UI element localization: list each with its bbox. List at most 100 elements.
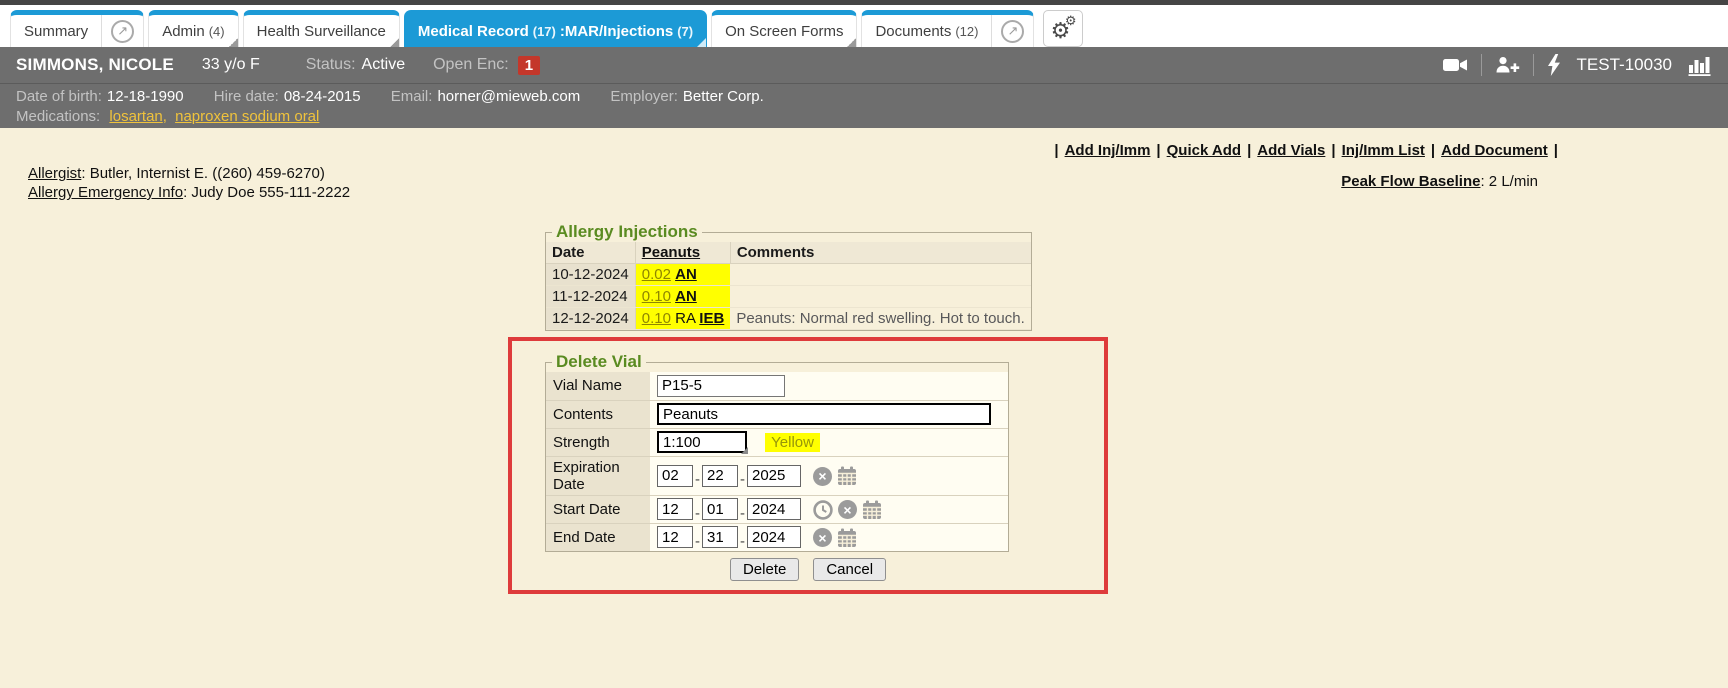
patient-demographics-bar: Date of birth:12-18-1990 Hire date:08-24… [0,84,1728,128]
contents-label: Contents [546,400,650,428]
email-label: Email: [391,88,433,105]
dose-link[interactable]: 0.02 [642,266,671,283]
end-year-field[interactable] [747,526,801,548]
tab-on-screen-forms-label: On Screen Forms [725,23,843,40]
patient-id: TEST-10030 [1577,55,1672,75]
calendar-icon[interactable] [837,466,857,486]
start-day-field[interactable] [702,498,738,520]
tab-documents-popout[interactable]: ↗ [991,15,1033,47]
allergy-injections-panel: Allergy Injections Date Peanuts Comments… [545,222,1032,331]
peak-flow-baseline-link[interactable]: Peak Flow Baseline [1341,173,1480,190]
x-glyph: × [813,528,832,547]
resize-handle-icon[interactable] [741,447,748,454]
peak-flow-baseline: Peak Flow Baseline: 2 L/min [1341,173,1538,190]
employer-value: Better Corp. [683,88,764,105]
reaction-code-link[interactable]: AN [675,288,697,305]
tab-documents[interactable]: Documents (12) ↗ [861,10,1034,47]
date-separator: - [695,505,700,522]
tab-medical-record[interactable]: Medical Record (17) :MAR/Injections (7) [404,10,707,47]
status-value: Active [362,56,406,74]
tab-documents-count: (12) [955,24,978,39]
tab-summary-popout[interactable]: ↗ [101,15,143,47]
vial-name-field[interactable] [657,375,785,397]
hire-date-label: Hire date: [214,88,279,105]
tab-admin[interactable]: Admin (4) [148,10,238,47]
table-row: 11-12-2024 0.10 AN [546,286,1031,308]
date-separator: - [740,471,745,488]
table-row: 10-12-2024 0.02 AN [546,264,1031,286]
tab-fold-icon [847,38,856,47]
expiration-month-field[interactable] [657,465,693,487]
tab-medical-record-subcount: (7) [677,24,693,39]
delete-vial-panel: Delete Vial Vial Name Contents Strength [545,352,1009,552]
external-link-icon: ↗ [111,20,134,43]
tab-admin-label: Admin [162,23,205,40]
flowsheet-chart-icon[interactable] [1688,54,1712,76]
date-separator: - [740,505,745,522]
settings-button[interactable]: ⚙ ⚙ [1043,10,1083,47]
x-glyph: × [813,467,832,486]
end-day-field[interactable] [702,526,738,548]
divider [1533,54,1534,76]
expiration-year-field[interactable] [747,465,801,487]
tab-health-surveillance[interactable]: Health Surveillance [243,10,400,47]
pipe-separator: | [1554,142,1558,159]
allergy-injections-title: Allergy Injections [552,222,702,242]
tab-medical-record-label: Medical Record [418,23,529,40]
clear-date-icon[interactable]: × [813,467,832,486]
reaction-code-link[interactable]: AN [675,266,697,283]
allergy-emergency-info-value: : Judy Doe 555-111-2222 [183,184,350,201]
gear-small-icon: ⚙ [1065,13,1077,29]
main-content: |Add Inj/Imm|Quick Add|Add Vials|Inj/Imm… [0,128,1728,688]
end-month-field[interactable] [657,526,693,548]
column-header-date: Date [546,242,635,264]
add-document-link[interactable]: Add Document [1441,142,1548,159]
hire-date-value: 08-24-2015 [284,88,361,105]
delete-vial-form: Vial Name Contents Strength Yel [546,372,1008,551]
vial-name-label: Vial Name [546,372,650,400]
divider [1481,54,1482,76]
lightning-bolt-icon[interactable] [1547,54,1561,76]
contents-field[interactable] [657,403,991,425]
add-inj-imm-link[interactable]: Add Inj/Imm [1065,142,1151,159]
date-separator: - [695,471,700,488]
add-vials-link[interactable]: Add Vials [1257,142,1325,159]
injection-date: 11-12-2024 [546,286,635,308]
calendar-icon[interactable] [862,500,882,520]
inj-imm-list-link[interactable]: Inj/Imm List [1342,142,1425,159]
expiration-day-field[interactable] [702,465,738,487]
clear-date-icon[interactable]: × [838,500,857,519]
allergy-emergency-info-link[interactable]: Allergy Emergency Info [28,184,183,201]
cancel-button[interactable]: Cancel [813,558,886,581]
add-person-icon[interactable] [1495,55,1520,75]
tab-summary[interactable]: Summary ↗ [10,10,144,47]
column-header-peanuts-link[interactable]: Peanuts [642,244,700,261]
medications-label: Medications: [16,108,100,125]
external-link-icon: ↗ [1001,20,1024,43]
clear-date-icon[interactable]: × [813,528,832,547]
dose-link[interactable]: 0.10 [642,288,671,305]
video-camera-icon[interactable] [1442,55,1468,75]
start-month-field[interactable] [657,498,693,520]
dose-link[interactable]: 0.10 [642,310,671,327]
start-year-field[interactable] [747,498,801,520]
delete-vial-title: Delete Vial [552,352,646,372]
quick-add-link[interactable]: Quick Add [1167,142,1241,159]
calendar-icon[interactable] [837,528,857,548]
allergist-link[interactable]: Allergist [28,165,81,182]
allergy-contacts: Allergist: Butler, Internist E. ((260) 4… [28,164,350,202]
reaction-code: RA [675,310,695,327]
tab-on-screen-forms[interactable]: On Screen Forms [711,10,857,47]
pipe-separator: | [1247,142,1251,159]
medication-link-naproxen[interactable]: naproxen sodium oral [175,108,319,125]
strength-field[interactable] [657,431,747,453]
delete-button[interactable]: Delete [730,558,799,581]
clock-icon[interactable] [813,500,833,520]
medication-link-losartan[interactable]: losartan [109,108,162,125]
open-enc-badge[interactable]: 1 [518,56,540,75]
patient-age-sex: 33 y/o F [202,56,260,74]
pipe-separator: | [1054,142,1058,159]
dob-label: Date of birth: [16,88,102,105]
tab-medical-record-count: (17) [533,24,556,39]
reaction-code-link[interactable]: IEB [699,310,724,327]
